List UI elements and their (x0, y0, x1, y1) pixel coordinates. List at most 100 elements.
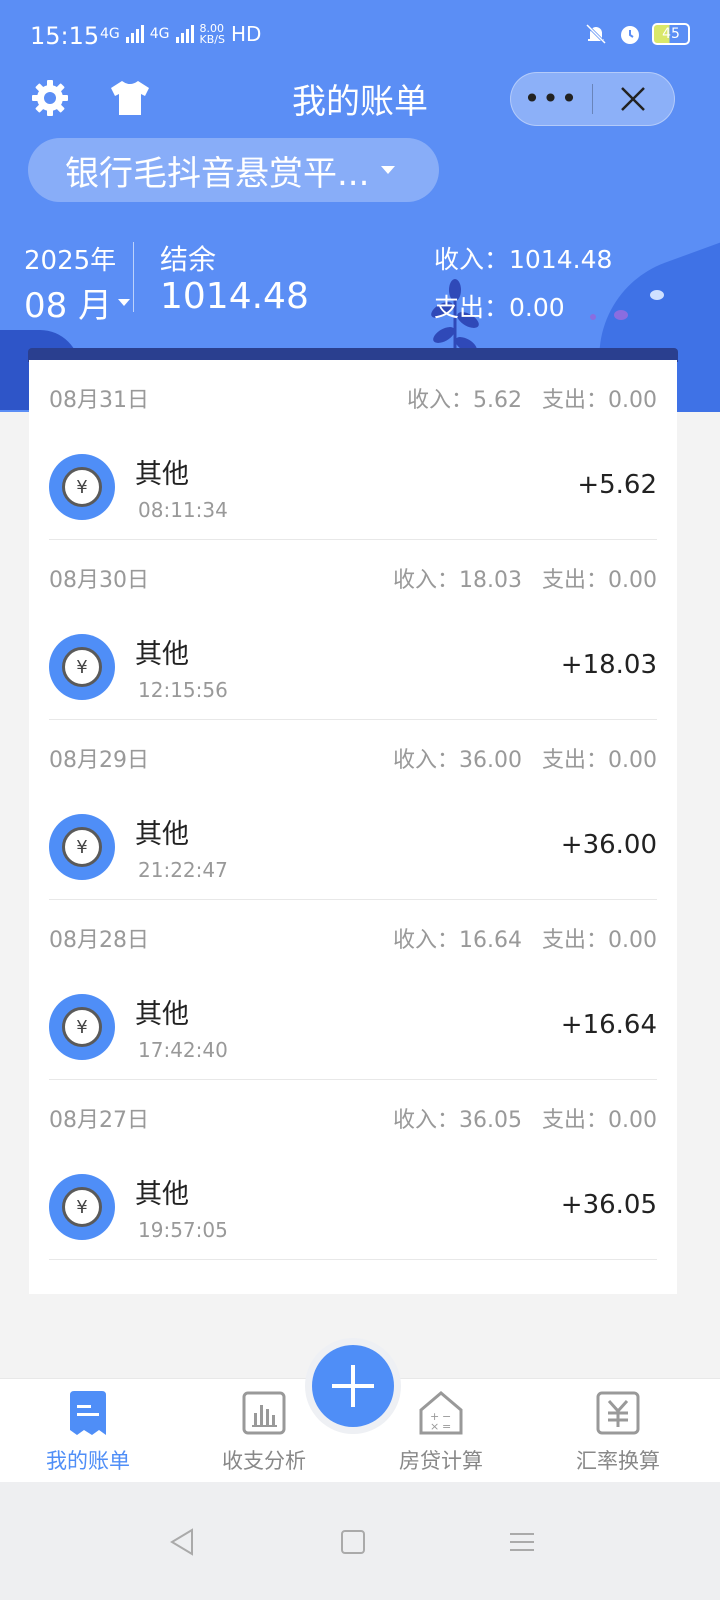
day-date: 08月29日 (49, 748, 149, 773)
year-label: 2025年 (24, 246, 117, 276)
transaction-row[interactable]: ¥ 其他 08:11:34 +5.62 (49, 452, 657, 522)
back-nav-button[interactable] (162, 1522, 202, 1562)
month-picker[interactable]: 08 月 (24, 278, 131, 327)
day-group: 08月29日 收入：36.00 支出：0.00 ¥ 其他 21:22:47 +36… (29, 720, 677, 900)
transaction-row[interactable]: ¥ 其他 17:42:40 +16.64 (49, 992, 657, 1062)
transaction-amount: +5.62 (577, 470, 657, 500)
tab-label: 收支分析 (222, 1449, 306, 1473)
day-group: 08月30日 收入：18.03 支出：0.00 ¥ 其他 12:15:56 +18… (29, 540, 677, 720)
balance-label: 结余 (160, 243, 217, 276)
tab-exchange[interactable]: 汇率换算 (530, 1379, 706, 1483)
network-type-1: 4G (100, 26, 120, 42)
transaction-category: 其他 (135, 639, 189, 670)
net-speed-unit: KB/S (199, 33, 225, 46)
transaction-category: 其他 (135, 819, 189, 850)
dropdown-arrow-icon (381, 166, 396, 174)
day-header: 08月27日 收入：36.05 支出：0.00 (49, 1102, 657, 1134)
tab-my-bill[interactable]: 我的账单 (0, 1379, 176, 1483)
network-type-2: 4G (149, 26, 170, 42)
day-header: 08月31日 收入：5.62 支出：0.00 (49, 382, 657, 414)
house-calculator-icon: + − × = (418, 1389, 464, 1437)
account-book-name: 银行毛抖音悬赏平... (65, 153, 370, 194)
status-time: 15:15 (30, 22, 100, 50)
close-icon (621, 87, 646, 111)
back-triangle-icon (170, 1528, 193, 1556)
day-income: 收入：18.03 (393, 568, 522, 593)
plus-icon (332, 1365, 374, 1407)
day-income: 收入：36.05 (393, 1108, 522, 1133)
tab-label: 房贷计算 (399, 1449, 483, 1473)
day-income: 收入：16.64 (393, 928, 522, 953)
day-income: 收入：36.00 (393, 748, 522, 773)
alarm-icon (621, 26, 639, 44)
day-expense: 支出：0.00 (542, 388, 657, 413)
day-income: 收入：5.62 (407, 388, 522, 413)
chart-icon (241, 1389, 287, 1437)
day-sums: 收入：36.00 支出：0.00 (393, 742, 657, 774)
day-sums: 收入：5.62 支出：0.00 (407, 382, 657, 414)
miniapp-capsule: ••• (510, 72, 675, 126)
transaction-time: 08:11:34 (138, 498, 228, 522)
day-header: 08月29日 收入：36.00 支出：0.00 (49, 742, 657, 774)
tab-label: 我的账单 (46, 1449, 130, 1473)
transaction-time: 17:42:40 (138, 1038, 228, 1062)
yuan-coin-icon: ¥ (62, 1007, 102, 1047)
home-nav-button[interactable] (333, 1522, 373, 1562)
day-date: 08月31日 (49, 388, 149, 413)
row-divider (49, 1259, 657, 1260)
category-other-icon: ¥ (49, 994, 115, 1060)
close-button[interactable] (593, 72, 674, 126)
yuan-coin-icon: ¥ (62, 1187, 102, 1227)
day-expense: 支出：0.00 (542, 928, 657, 953)
svg-text:×: × (430, 1420, 439, 1433)
network-indicators: 4G 4G 8.00 KB/S HD (100, 22, 261, 46)
transaction-category: 其他 (135, 999, 189, 1030)
balance-value: 1014.48 (160, 276, 309, 317)
day-date: 08月27日 (49, 1108, 149, 1133)
day-date: 08月28日 (49, 928, 149, 953)
add-record-button[interactable] (312, 1345, 394, 1427)
account-book-selector[interactable]: 银行毛抖音悬赏平... (28, 138, 439, 202)
category-other-icon: ¥ (49, 814, 115, 880)
month-label: 08 月 (24, 286, 113, 326)
day-expense: 支出：0.00 (542, 748, 657, 773)
home-square-icon (341, 1530, 365, 1554)
day-expense: 支出：0.00 (542, 568, 657, 593)
transaction-amount: +18.03 (560, 650, 657, 680)
signal-icon (125, 25, 144, 43)
transaction-category: 其他 (135, 1179, 189, 1210)
transaction-row[interactable]: ¥ 其他 21:22:47 +36.00 (49, 812, 657, 882)
day-sums: 收入：36.05 支出：0.00 (393, 1102, 657, 1134)
signal-icon (175, 25, 194, 43)
transaction-amount: +36.05 (560, 1190, 657, 1220)
transaction-row[interactable]: ¥ 其他 19:57:05 +36.05 (49, 1172, 657, 1242)
day-group: 08月28日 收入：16.64 支出：0.00 ¥ 其他 17:42:40 +16… (29, 900, 677, 1080)
day-sums: 收入：16.64 支出：0.00 (393, 922, 657, 954)
category-other-icon: ¥ (49, 1174, 115, 1240)
svg-text:=: = (442, 1420, 451, 1433)
transaction-amount: +16.64 (560, 1010, 657, 1040)
battery-icon: 45 (652, 23, 690, 45)
net-speed: 8.00 KB/S (200, 23, 225, 45)
transaction-time: 12:15:56 (138, 678, 228, 702)
category-other-icon: ¥ (49, 634, 115, 700)
transaction-time: 21:22:47 (138, 858, 228, 882)
category-other-icon: ¥ (49, 454, 115, 520)
transaction-list[interactable]: 08月31日 收入：5.62 支出：0.00 ¥ 其他 08:11:34 +5.6… (29, 360, 677, 1294)
menu-lines-icon (510, 1533, 534, 1551)
status-bar: 15:15 4G 4G 8.00 KB/S HD 45 (0, 0, 720, 72)
transaction-time: 19:57:05 (138, 1218, 228, 1242)
system-nav-bar (0, 1482, 720, 1600)
currency-exchange-icon (595, 1389, 641, 1437)
day-group: 08月27日 收入：36.05 支出：0.00 ¥ 其他 19:57:05 +36… (29, 1080, 677, 1260)
transaction-row[interactable]: ¥ 其他 12:15:56 +18.03 (49, 632, 657, 702)
recent-apps-button[interactable] (502, 1522, 542, 1562)
more-menu-button[interactable]: ••• (511, 72, 592, 126)
status-right: 45 (584, 22, 690, 46)
yuan-coin-icon: ¥ (62, 827, 102, 867)
month-dropdown-icon (118, 299, 131, 306)
hd-indicator: HD (230, 22, 262, 46)
day-group: 08月31日 收入：5.62 支出：0.00 ¥ 其他 08:11:34 +5.6… (29, 360, 677, 540)
summary-divider (133, 242, 134, 312)
decor-dot (650, 290, 664, 300)
